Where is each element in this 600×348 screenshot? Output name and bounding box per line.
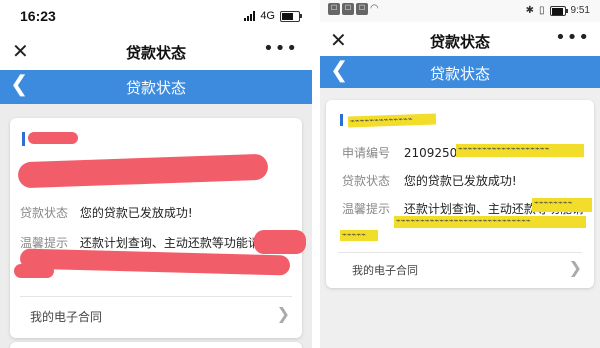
more-icon[interactable]: ••• [555, 27, 590, 48]
bluetooth-icon: ✱ [525, 5, 535, 16]
redaction: ⌁⌁⌁⌁⌁⌁⌁⌁⌁⌁⌁⌁⌁⌁⌁⌁⌁⌁⌁⌁⌁⌁⌁⌁⌁⌁⌁⌁ [394, 216, 586, 228]
header-title: 贷款状态 [429, 65, 490, 83]
status-row: 贷款状态 您的贷款已发放成功! [20, 204, 193, 221]
app-icon: ☐ [356, 3, 368, 15]
app-header: ❮ 贷款状态 [320, 56, 600, 88]
status-label: 贷款状态 [342, 174, 391, 188]
accent-bar [22, 132, 25, 146]
redaction [254, 230, 306, 254]
gap [312, 0, 320, 348]
divider [338, 252, 582, 253]
status-icons: ✱ ▯ 9:51 [526, 5, 590, 16]
redaction [17, 153, 269, 189]
chevron-right-icon: ❯ [276, 304, 290, 323]
divider [20, 296, 292, 297]
wifi-icon: ◠ [370, 3, 379, 14]
status-value: 您的贷款已发放成功! [79, 206, 193, 220]
redaction: ⌁⌁⌁⌁⌁⌁⌁⌁ [532, 198, 592, 212]
status-row: 贷款状态 您的贷款已发放成功! [342, 172, 517, 189]
header-title: 贷款状态 [125, 79, 186, 97]
app-icon: ☐ [342, 3, 354, 15]
next-card [10, 342, 302, 348]
app-header: ❮ 贷款状态 [0, 70, 312, 104]
status-value: 您的贷款已发放成功! [403, 174, 517, 188]
accent-bar [340, 114, 343, 126]
chevron-right-icon: ❯ [568, 258, 582, 277]
title-bar: ✕ 贷款状态 ••• [320, 22, 600, 56]
tip-row: 温馨提示 还款计划查询、主动还款等功能请前 [20, 234, 272, 251]
title-bar: ✕ 贷款状态 ••• [0, 32, 312, 70]
notification-icons: ☐ ☐ ☐ ◠ [328, 3, 379, 15]
redaction: ⌁⌁⌁⌁⌁ [340, 230, 378, 241]
app-icon: ☐ [328, 3, 340, 15]
contract-label: 我的电子合同 [352, 264, 418, 277]
redaction: ⌁⌁⌁⌁⌁⌁⌁⌁⌁⌁⌁⌁⌁ [347, 113, 437, 128]
status-label: 贷款状态 [20, 206, 69, 220]
network-type: 4G [260, 10, 275, 22]
tip-label: 温馨提示 [342, 202, 391, 216]
redaction [19, 248, 291, 276]
left-screenshot: 16:23 4G ✕ 贷款状态 ••• ❮ 贷款状态 贷款状态 您的贷款已发放成… [0, 0, 312, 348]
contract-label: 我的电子合同 [30, 310, 103, 324]
status-bar: 16:23 4G [0, 0, 312, 32]
loan-card: ⌁⌁⌁⌁⌁⌁⌁⌁⌁⌁⌁⌁⌁ 申请编号 2109250129 ⌁⌁⌁⌁⌁⌁⌁⌁⌁⌁… [326, 100, 594, 288]
battery-icon [549, 5, 568, 16]
right-screenshot: ☐ ☐ ☐ ◠ ✱ ▯ 9:51 ✕ 贷款状态 ••• ❮ 贷款状态 ⌁⌁⌁⌁⌁… [320, 0, 600, 348]
app-no-label: 申请编号 [342, 146, 391, 160]
battery-icon [280, 10, 302, 22]
vibrate-icon: ▯ [539, 5, 545, 16]
status-time: 9:51 [570, 5, 590, 16]
status-time: 16:23 [20, 8, 56, 24]
status-icons: 4G [244, 10, 302, 22]
more-icon[interactable]: ••• [263, 38, 298, 59]
redaction: ⌁⌁⌁⌁⌁⌁⌁⌁⌁⌁⌁⌁⌁⌁⌁⌁⌁⌁⌁ [456, 144, 584, 157]
status-bar: ☐ ☐ ☐ ◠ ✱ ▯ 9:51 [320, 0, 600, 22]
loan-card: 贷款状态 您的贷款已发放成功! 温馨提示 还款计划查询、主动还款等功能请前 我的… [10, 118, 306, 338]
tip-value: 还款计划查询、主动还款等功能请前 [79, 236, 272, 250]
redaction [28, 132, 78, 144]
signal-icon [244, 11, 256, 21]
redaction [14, 264, 54, 278]
